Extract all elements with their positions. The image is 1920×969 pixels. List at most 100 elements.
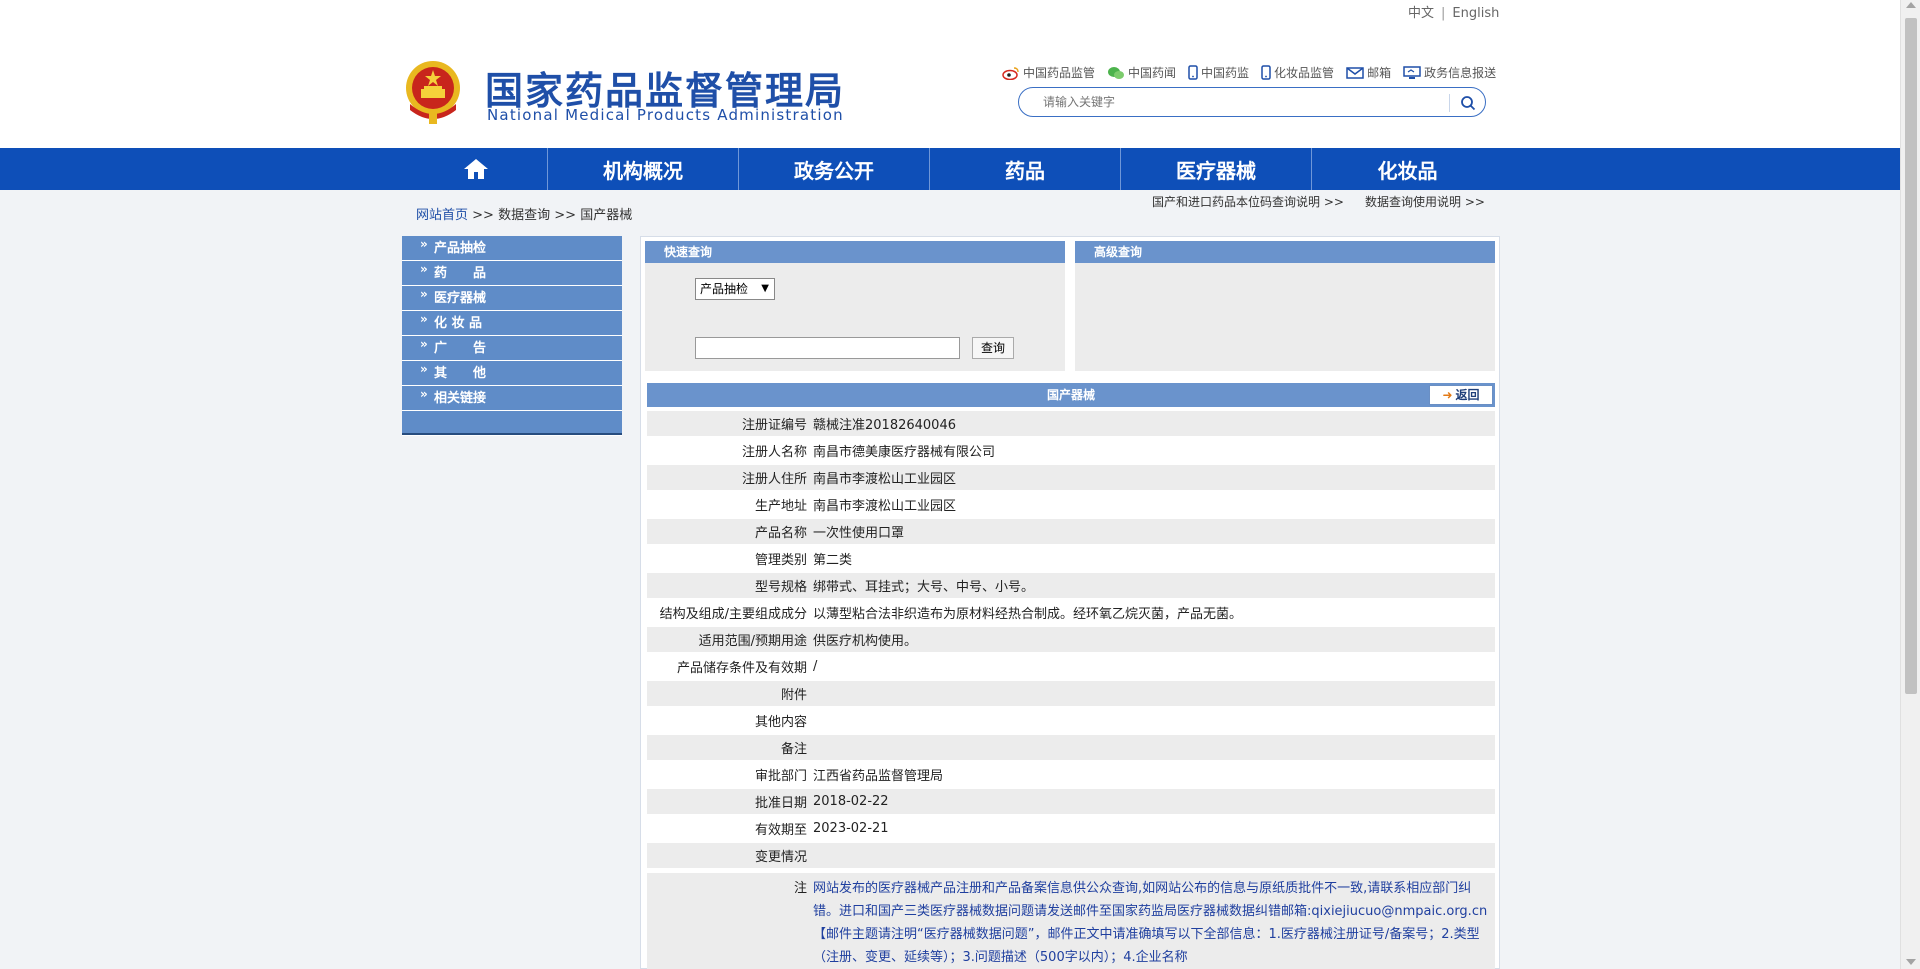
table-row: 结构及组成/主要组成成分 以薄型粘合法非织造布为原材料经热合制成。经环氧乙烷灭菌，…	[647, 600, 1495, 625]
detail-title: 国产器械	[1046, 388, 1095, 402]
sidebar-footer	[402, 411, 622, 435]
quick-link-weibo[interactable]: 中国药品监管	[1002, 64, 1095, 81]
chevron-icon: »	[420, 262, 428, 276]
sidebar-item-label: 药 品	[434, 266, 487, 281]
chevron-icon: »	[420, 237, 428, 251]
table-row: 审批部门 江西省药品监督管理局	[647, 762, 1495, 787]
nav-item-devices[interactable]: 医疗器械	[1121, 148, 1312, 190]
field-label: 产品名称	[647, 519, 809, 544]
table-row: 注册人名称 南昌市德美康医疗器械有限公司	[647, 438, 1495, 463]
quick-link-label: 政务信息报送	[1424, 66, 1497, 80]
nav-item-gov-affairs[interactable]: 政务公开	[739, 148, 930, 190]
quick-link-label: 邮箱	[1367, 66, 1392, 80]
disclaimer-note: 注 网站发布的医疗器械产品注册和产品备案信息供公众查询,如网站公布的信息与原纸质…	[647, 873, 1495, 969]
field-value: 南昌市李渡松山工业园区	[809, 465, 1495, 490]
sidebar-item-links[interactable]: » 相关链接	[402, 386, 622, 411]
field-value: 绑带式、耳挂式；大号、中号、小号。	[809, 573, 1495, 598]
quick-links: 中国药品监管 中国药闻 中国药监 化妆品监管 邮箱 政务信息报送	[1002, 64, 1496, 81]
breadcrumb-current: 国产器械	[580, 208, 633, 223]
field-label: 附件	[647, 681, 809, 706]
quick-link-label: 中国药闻	[1128, 66, 1177, 80]
field-value	[809, 708, 1495, 733]
table-row: 其他内容	[647, 708, 1495, 733]
nav-item-drugs[interactable]: 药品	[930, 148, 1121, 190]
table-row: 型号规格 绑带式、耳挂式；大号、中号、小号。	[647, 573, 1495, 598]
chevron-icon: »	[420, 312, 428, 326]
sidebar-item-label: 其 他	[434, 366, 487, 381]
sidebar-item-label: 医疗器械	[434, 291, 487, 306]
table-row: 生产地址 南昌市李渡松山工业园区	[647, 492, 1495, 517]
breadcrumb-data-query[interactable]: 数据查询	[498, 208, 550, 223]
breadcrumb: 网站首页 >> 数据查询 >> 国产器械	[416, 204, 632, 223]
field-label: 型号规格	[647, 573, 809, 598]
table-row: 注册证编号 赣械注准20182640046	[647, 411, 1495, 436]
sidebar: » 产品抽检 » 药 品 » 医疗器械 » 化 妆 品 » 广 告 » 其 他 » 相关链接	[402, 236, 622, 436]
quick-link-label: 化妆品监管	[1274, 66, 1335, 80]
breadcrumb-home[interactable]: 网站首页	[416, 208, 468, 223]
quick-link-report[interactable]: 政务信息报送	[1403, 64, 1496, 81]
field-label: 适用范围/预期用途	[647, 627, 809, 652]
field-value: 供医疗机构使用。	[809, 627, 1495, 652]
main-content: 快速查询 产品抽检 ▼ 查询 高级查询 国产器械 ➜ 返回 注册证编号 赣械注准20…	[640, 236, 1500, 969]
table-row: 注册人住所 南昌市李渡松山工业园区	[647, 465, 1495, 490]
chevron-icon: »	[420, 387, 428, 401]
chevron-icon: »	[420, 362, 428, 376]
field-value: 以薄型粘合法非织造布为原材料经热合制成。经环氧乙烷灭菌，产品无菌。	[809, 600, 1495, 625]
back-button[interactable]: ➜ 返回	[1429, 385, 1493, 405]
arrow-right-icon: ➜	[1442, 388, 1453, 402]
sidebar-item-devices[interactable]: » 医疗器械	[402, 286, 622, 311]
quick-query-input[interactable]	[695, 337, 960, 359]
site-header: 中文 | English 国家药品监督管理局 National Medical Pr…	[0, 0, 1900, 148]
quick-link-wechat[interactable]: 中国药闻	[1107, 64, 1176, 81]
field-label: 注册人名称	[647, 438, 809, 463]
table-row: 变更情况	[647, 843, 1495, 868]
detail-table-header: 国产器械 ➜ 返回	[647, 383, 1495, 407]
category-select-value: 产品抽检	[700, 282, 749, 296]
weibo-icon	[1002, 66, 1019, 80]
table-row: 产品储存条件及有效期 /	[647, 654, 1495, 679]
table-row: 批准日期 2018-02-22	[647, 789, 1495, 814]
monitor-icon	[1403, 65, 1421, 79]
sidebar-item-drugs[interactable]: » 药 品	[402, 261, 622, 286]
national-emblem-icon	[406, 61, 460, 124]
site-title-en[interactable]: National Medical Products Administration	[487, 106, 844, 124]
field-value	[809, 735, 1495, 760]
main-nav: 机构概况 政务公开 药品 医疗器械 化妆品	[0, 148, 1900, 190]
sidebar-item-ads[interactable]: » 广 告	[402, 336, 622, 361]
field-label: 产品储存条件及有效期	[647, 654, 809, 679]
search-icon[interactable]	[1459, 94, 1477, 112]
field-label: 管理类别	[647, 546, 809, 571]
lang-en-link[interactable]: English	[1452, 6, 1499, 21]
page-scrollbar[interactable]	[1900, 0, 1920, 969]
sidebar-item-cosmetics[interactable]: » 化 妆 品	[402, 311, 622, 336]
scroll-down-arrow-icon[interactable]	[1906, 959, 1916, 965]
nav-item-about[interactable]: 机构概况	[548, 148, 739, 190]
nav-item-cosmetics[interactable]: 化妆品	[1312, 148, 1503, 190]
search-input[interactable]	[1043, 93, 1443, 111]
quick-query-title: 快速查询	[645, 241, 1065, 263]
quick-link-mail[interactable]: 邮箱	[1346, 64, 1391, 81]
scroll-up-arrow-icon[interactable]	[1906, 2, 1916, 8]
quick-link-label: 中国药品监管	[1023, 66, 1096, 80]
field-label: 结构及组成/主要组成成分	[647, 600, 809, 625]
category-select[interactable]: 产品抽检 ▼	[695, 278, 775, 300]
note-text: 网站发布的医疗器械产品注册和产品备案信息供公众查询,如网站公布的信息与原纸质批件…	[813, 881, 1488, 965]
drug-code-note-link[interactable]: 国产和进口药品本位码查询说明 >>	[1152, 193, 1344, 210]
breadcrumb-sep: >>	[554, 208, 577, 223]
query-button[interactable]: 查询	[972, 337, 1014, 359]
quick-query-panel: 快速查询 产品抽检 ▼ 查询	[645, 241, 1065, 371]
sidebar-item-label: 广 告	[434, 341, 487, 356]
quick-link-mobile-1[interactable]: 中国药监	[1188, 64, 1249, 81]
sidebar-item-label: 产品抽检	[434, 241, 487, 256]
advanced-query-title[interactable]: 高级查询	[1075, 241, 1495, 263]
sidebar-item-sampling[interactable]: » 产品抽检	[402, 236, 622, 261]
field-value: 赣械注准20182640046	[809, 411, 1495, 436]
data-usage-note-link[interactable]: 数据查询使用说明 >>	[1365, 193, 1485, 210]
field-value: 一次性使用口罩	[809, 519, 1495, 544]
quick-link-mobile-2[interactable]: 化妆品监管	[1261, 64, 1334, 81]
sidebar-item-other[interactable]: » 其 他	[402, 361, 622, 386]
table-row: 备注	[647, 735, 1495, 760]
scroll-thumb[interactable]	[1905, 18, 1917, 694]
nav-home[interactable]	[404, 148, 548, 190]
lang-zh-link[interactable]: 中文	[1408, 6, 1434, 21]
